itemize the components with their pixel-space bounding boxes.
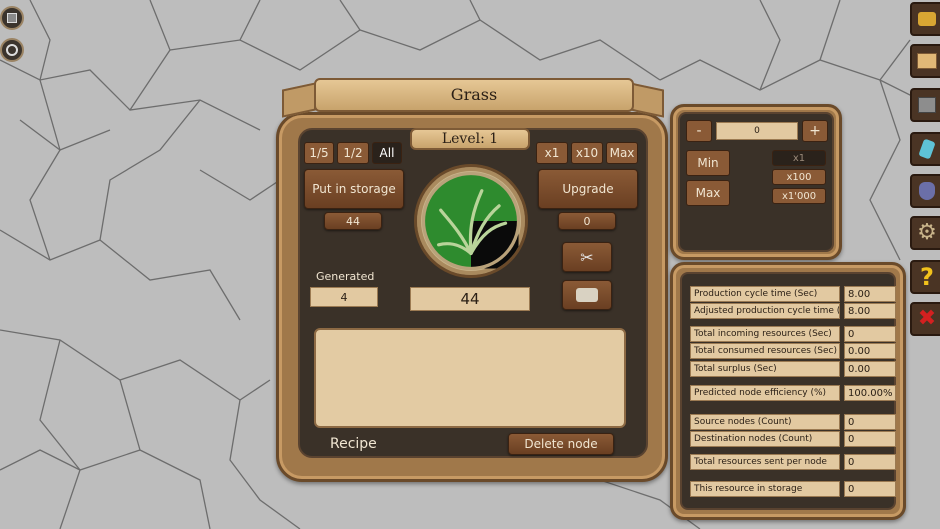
close-tool-button[interactable]: ✖ — [910, 302, 940, 336]
crystal-tool-button[interactable] — [910, 132, 940, 166]
stat-label: Source nodes (Count) — [690, 414, 840, 430]
multiplier-max-button[interactable]: Max — [606, 142, 638, 164]
stone-block-icon — [918, 97, 936, 113]
stat-label: Total consumed resources (Sec) — [690, 343, 840, 359]
side-multiplier-x100-button[interactable]: x100 — [772, 169, 826, 185]
stat-value: 0 — [844, 454, 896, 470]
gear-icon: ⚙ — [917, 220, 937, 245]
potion-bag-icon — [919, 182, 935, 200]
potion-tool-button[interactable] — [910, 174, 940, 208]
help-icon: ? — [920, 263, 934, 291]
stat-value: 8.00 — [844, 303, 896, 319]
stat-label: Destination nodes (Count) — [690, 431, 840, 447]
stat-label: Predicted node efficiency (%) — [690, 385, 840, 401]
side-multiplier-x1000-button[interactable]: x1'000 — [772, 188, 826, 204]
stat-label: This resource in storage — [690, 481, 840, 497]
generated-label: Generated — [316, 270, 375, 283]
stat-value: 0 — [844, 481, 896, 497]
upgrade-label: Upgrade — [562, 182, 614, 196]
min-button[interactable]: Min — [686, 150, 730, 176]
put-in-storage-label: Put in storage — [312, 182, 396, 196]
stat-label: Total surplus (Sec) — [690, 361, 840, 377]
generated-value: 4 — [310, 287, 378, 307]
multiplier-x1-button[interactable]: x1 — [536, 142, 568, 164]
multiplier-x10-button[interactable]: x10 — [571, 142, 603, 164]
crystal-icon — [918, 138, 936, 160]
box-button[interactable] — [0, 6, 24, 30]
plus-button[interactable]: + — [802, 120, 828, 142]
grass-icon — [421, 171, 521, 271]
settings-tool-button[interactable]: ⚙ — [910, 216, 940, 250]
stat-value: 100.00% — [844, 385, 896, 401]
stat-value: 0 — [844, 431, 896, 447]
clock-button[interactable] — [0, 38, 24, 62]
stone-tool-button[interactable] — [910, 88, 940, 122]
delete-node-button[interactable]: Delete node — [508, 433, 614, 455]
stat-value: 0 — [844, 326, 896, 342]
upgrade-button[interactable]: Upgrade — [538, 169, 638, 209]
stat-label: Total incoming resources (Sec) — [690, 326, 840, 342]
book-tool-button[interactable] — [910, 44, 940, 78]
fraction-1-2-button[interactable]: 1/2 — [337, 142, 369, 164]
close-icon: ✖ — [917, 306, 937, 331]
side-multiplier-x1-button[interactable]: x1 — [772, 150, 826, 166]
storage-amount: 44 — [324, 212, 382, 230]
put-in-storage-button[interactable]: Put in storage — [304, 169, 404, 209]
fraction-1-5-button[interactable]: 1/5 — [304, 142, 334, 164]
grass-portrait — [414, 164, 528, 278]
clock-icon — [6, 44, 18, 56]
stat-value: 0.00 — [844, 343, 896, 359]
level-label: Level: 1 — [410, 128, 530, 150]
recipe-label: Recipe — [330, 436, 377, 452]
recipe-area — [314, 328, 626, 428]
help-tool-button[interactable]: ? — [910, 260, 940, 294]
stat-label: Production cycle time (Sec) — [690, 286, 840, 302]
delete-node-label: Delete node — [524, 437, 598, 451]
amount-input[interactable]: 0 — [716, 122, 798, 140]
stat-label: Total resources sent per node — [690, 454, 840, 470]
coins-icon — [918, 12, 936, 26]
coins-tool-button[interactable] — [910, 2, 940, 36]
stat-value: 0 — [844, 414, 896, 430]
panel-title: Grass — [314, 78, 634, 112]
scissors-icon: ✂ — [580, 247, 594, 267]
fraction-all-button[interactable]: All — [372, 142, 402, 164]
book-icon — [917, 53, 937, 69]
scroll-icon — [576, 288, 598, 302]
stat-label: Adjusted production cycle time (Sec) — [690, 303, 840, 319]
scroll-button[interactable] — [562, 280, 612, 310]
max-button[interactable]: Max — [686, 180, 730, 206]
box-icon — [7, 13, 17, 23]
stat-value: 0.00 — [844, 361, 896, 377]
minus-button[interactable]: - — [686, 120, 712, 142]
resource-count: 44 — [410, 287, 530, 311]
stat-value: 8.00 — [844, 286, 896, 302]
cut-button[interactable]: ✂ — [562, 242, 612, 272]
upgrade-amount: 0 — [558, 212, 616, 230]
